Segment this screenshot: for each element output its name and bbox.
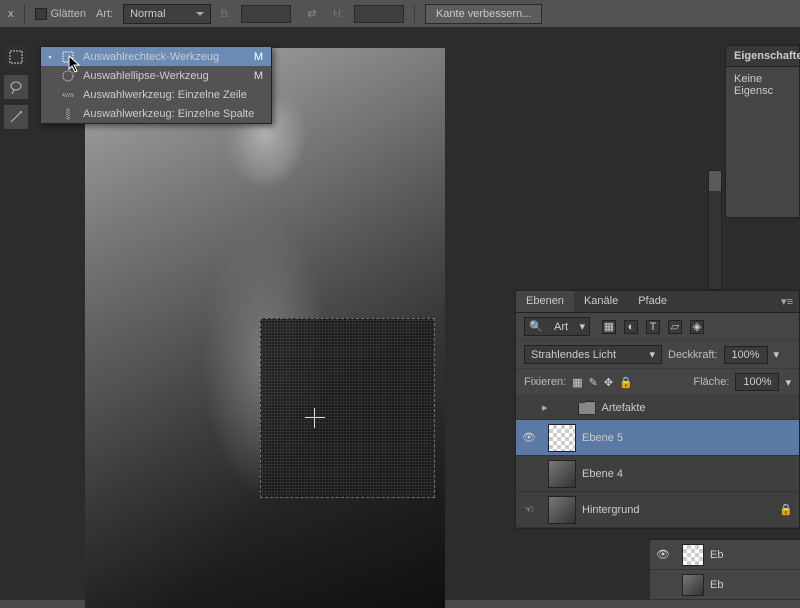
layer-filter-dropdown[interactable]: 🔍 Art ▾ (524, 317, 590, 336)
lock-brush-icon[interactable]: ✎ (589, 376, 598, 389)
filter-shape-icon[interactable]: ▱ (668, 320, 682, 334)
lock-all-icon[interactable]: 🔒 (619, 376, 633, 389)
properties-body: Keine Eigensc (726, 67, 799, 217)
filter-smart-icon[interactable]: ◈ (690, 320, 704, 334)
ellipse-marquee-icon (61, 69, 75, 83)
lock-move-icon[interactable]: ✥ (604, 376, 613, 389)
fill-label: Fläche: (693, 376, 729, 388)
flyout-item-col-marquee[interactable]: Auswahlwerkzeug: Einzelne Spalte (41, 104, 271, 123)
search-icon: 🔍 (529, 320, 543, 333)
marquee-tool-flyout: ▪ Auswahlrechteck-Werkzeug M Auswahlelli… (40, 46, 272, 124)
flyout-item-shortcut: M (254, 51, 263, 63)
lock-fill-row: Fixieren: ▦ ✎ ✥ 🔒 Fläche: 100% ▾ (516, 369, 799, 396)
layer-thumbnail[interactable] (548, 496, 576, 524)
antialias-label: Glätten (51, 8, 86, 20)
layer-name: Ebene 5 (582, 432, 799, 444)
opacity-input[interactable]: 100% (724, 346, 768, 364)
chevron-down-icon[interactable]: ▾ (785, 376, 791, 389)
strip-layer-2[interactable]: Eb (650, 570, 800, 600)
layers-tab-bar: Ebenen Kanäle Pfade ▾≡ (516, 291, 799, 313)
visibility-toggle[interactable]: ☜ (516, 503, 542, 516)
swap-icon[interactable]: ⇄ (301, 4, 323, 24)
height-label: H: (333, 8, 344, 20)
lower-layers-strip: 👁 Eb Eb (650, 539, 800, 600)
width-input (241, 5, 291, 23)
layer-name: Artefakte (602, 402, 799, 414)
layer-name: Eb (710, 579, 800, 591)
checkbox-icon (35, 8, 47, 20)
antialias-checkbox[interactable]: Glätten (35, 8, 86, 20)
options-bar: x Glätten Art: Normal B: ⇄ H: Kante verb… (0, 0, 800, 28)
layers-list: ▸ Artefakte 👁 Ebene 5 Ebene 4 ☜ Hintergr… (516, 396, 799, 528)
tool-palette (4, 45, 34, 129)
style-value: Normal (130, 8, 165, 20)
layer-name: Ebene 4 (582, 468, 799, 480)
lasso-tool[interactable] (4, 75, 28, 99)
height-input (354, 5, 404, 23)
flyout-item-label: Auswahlrechteck-Werkzeug (83, 51, 246, 63)
wand-tool[interactable] (4, 105, 28, 129)
refine-edge-label: Kante verbessern... (436, 8, 531, 20)
chevron-down-icon[interactable]: ▾ (774, 348, 780, 361)
rect-marquee-icon (61, 50, 75, 64)
flyout-item-ellipse-marquee[interactable]: Auswahlellipse-Werkzeug M (41, 66, 271, 85)
row-marquee-icon (61, 88, 75, 102)
filter-type-icon[interactable]: T (646, 320, 660, 334)
properties-tab[interactable]: Eigenschaften (726, 46, 799, 67)
x-label: x (8, 8, 14, 20)
col-marquee-icon (61, 107, 75, 121)
refine-edge-button[interactable]: Kante verbessern... (425, 4, 542, 24)
layer-thumbnail[interactable] (682, 574, 704, 596)
layer-thumbnail[interactable] (548, 424, 576, 452)
document-canvas[interactable] (85, 48, 445, 608)
tab-paths[interactable]: Pfade (628, 291, 677, 312)
chevron-right-icon[interactable]: ▸ (542, 401, 548, 414)
layers-panel: Ebenen Kanäle Pfade ▾≡ 🔍 Art ▾ ▦ ◐ T ▱ ◈… (515, 290, 800, 529)
width-label: B: (221, 8, 231, 20)
scrollbar-thumb[interactable] (709, 171, 721, 191)
chevron-down-icon: ▾ (649, 348, 655, 361)
tab-layers[interactable]: Ebenen (516, 291, 574, 312)
flyout-item-row-marquee[interactable]: Auswahlwerkzeug: Einzelne Zeile (41, 85, 271, 104)
chevron-down-icon: ▾ (579, 320, 585, 333)
flyout-item-label: Auswahlwerkzeug: Einzelne Zeile (83, 89, 255, 101)
opacity-label: Deckkraft: (668, 349, 718, 361)
layer-thumbnail[interactable] (548, 460, 576, 488)
properties-panel: Eigenschaften Keine Eigensc (725, 45, 800, 218)
selected-dot-icon: ▪ (47, 52, 53, 62)
folder-icon (578, 401, 596, 415)
marquee-tool[interactable] (4, 45, 28, 69)
flyout-item-shortcut: M (254, 70, 263, 82)
blend-opacity-row: Strahlendes Licht ▾ Deckkraft: 100% ▾ (516, 341, 799, 369)
selection-noise (260, 318, 435, 498)
flyout-item-rect-marquee[interactable]: ▪ Auswahlrechteck-Werkzeug M (41, 47, 271, 66)
lock-trans-icon[interactable]: ▦ (572, 376, 582, 389)
lock-icon: 🔒 (779, 503, 799, 516)
visibility-toggle[interactable]: 👁 (650, 548, 676, 561)
panel-scrollbar[interactable] (708, 170, 722, 290)
flyout-item-label: Auswahlwerkzeug: Einzelne Spalte (83, 108, 255, 120)
layer-thumbnail[interactable] (682, 544, 704, 566)
strip-layer-1[interactable]: 👁 Eb (650, 540, 800, 570)
layer-name: Eb (710, 549, 800, 561)
layer-group-artefakte[interactable]: ▸ Artefakte (516, 396, 799, 420)
layer-filter-row: 🔍 Art ▾ ▦ ◐ T ▱ ◈ (516, 313, 799, 341)
tab-channels[interactable]: Kanäle (574, 291, 628, 312)
flyout-item-label: Auswahlellipse-Werkzeug (83, 70, 246, 82)
panel-menu-icon[interactable]: ▾≡ (775, 291, 799, 312)
chevron-down-icon (196, 12, 204, 16)
filter-adjust-icon[interactable]: ◐ (624, 320, 638, 334)
blend-mode-dropdown[interactable]: Strahlendes Licht ▾ (524, 345, 662, 364)
layer-ebene4[interactable]: Ebene 4 (516, 456, 799, 492)
layer-ebene5[interactable]: 👁 Ebene 5 (516, 420, 799, 456)
style-dropdown[interactable]: Normal (123, 4, 210, 24)
lock-label: Fixieren: (524, 376, 566, 388)
style-label: Art: (96, 8, 113, 20)
fill-input[interactable]: 100% (735, 373, 779, 391)
layer-hintergrund[interactable]: ☜ Hintergrund 🔒 (516, 492, 799, 528)
visibility-toggle[interactable]: 👁 (516, 431, 542, 444)
filter-image-icon[interactable]: ▦ (602, 320, 616, 334)
layer-name: Hintergrund (582, 504, 779, 516)
